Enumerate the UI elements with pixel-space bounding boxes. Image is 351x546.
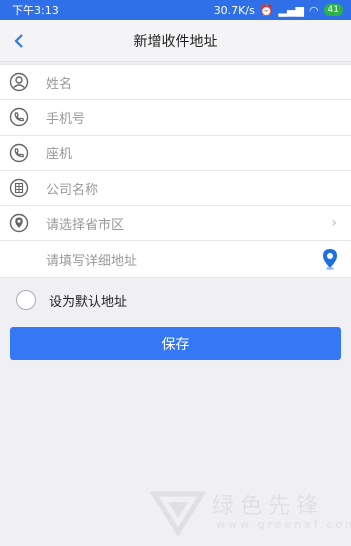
status-bar: 下午3:13 30.7K/s ⏰ ▂▄▆ ◠ 41	[0, 0, 351, 20]
address-row[interactable]: 请填写详细地址	[0, 241, 351, 276]
address-input[interactable]: 请填写详细地址	[46, 250, 137, 269]
status-indicators: 30.7K/s ⏰ ▂▄▆ ◠ 41	[214, 4, 343, 17]
location-icon	[9, 214, 29, 233]
battery-indicator: 41	[323, 4, 343, 16]
region-row[interactable]: 请选择省市区 ›	[0, 206, 351, 242]
save-button[interactable]: 保存	[10, 327, 341, 360]
phone-icon	[9, 108, 29, 127]
chevron-left-icon	[14, 34, 23, 48]
alarm-icon: ⏰	[259, 3, 274, 17]
nav-bar: 新增收件地址	[0, 20, 351, 62]
watermark-url: www.greenxf.com	[216, 518, 351, 531]
name-input[interactable]: 姓名	[46, 73, 72, 92]
user-icon	[9, 72, 29, 92]
company-input[interactable]: 公司名称	[46, 179, 98, 198]
net-speed: 30.7K/s	[213, 3, 255, 17]
name-row[interactable]: 姓名	[0, 65, 351, 101]
default-address-toggle[interactable]: 设为默认地址	[0, 286, 351, 314]
wifi-icon: ◠	[308, 3, 319, 17]
company-row[interactable]: 公司名称	[0, 171, 351, 207]
signal-icon: ▂▄▆	[278, 3, 304, 17]
phone-icon	[9, 143, 29, 162]
map-pin-icon[interactable]	[320, 248, 340, 271]
landline-input[interactable]: 座机	[46, 143, 72, 162]
default-label: 设为默认地址	[49, 294, 128, 310]
mobile-row[interactable]: 手机号	[0, 100, 351, 136]
watermark-logo: 绿色先锋 www.greenxf.com	[150, 488, 351, 538]
chevron-right-icon: ›	[331, 215, 337, 232]
page-title: 新增收件地址	[133, 33, 218, 50]
back-button[interactable]	[6, 28, 32, 54]
region-select[interactable]: 请选择省市区	[46, 214, 124, 233]
default-radio[interactable]	[16, 290, 36, 310]
landline-row[interactable]: 座机	[0, 136, 351, 171]
watermark-mark-icon	[150, 491, 206, 536]
watermark-text: 绿色先锋	[212, 494, 325, 519]
status-time: 下午3:13	[12, 4, 59, 17]
building-icon	[9, 178, 29, 198]
address-form: 姓名 手机号 座机 公司名称 请选择省市区 › 请填写详细地址	[0, 64, 351, 278]
mobile-input[interactable]: 手机号	[46, 108, 85, 127]
